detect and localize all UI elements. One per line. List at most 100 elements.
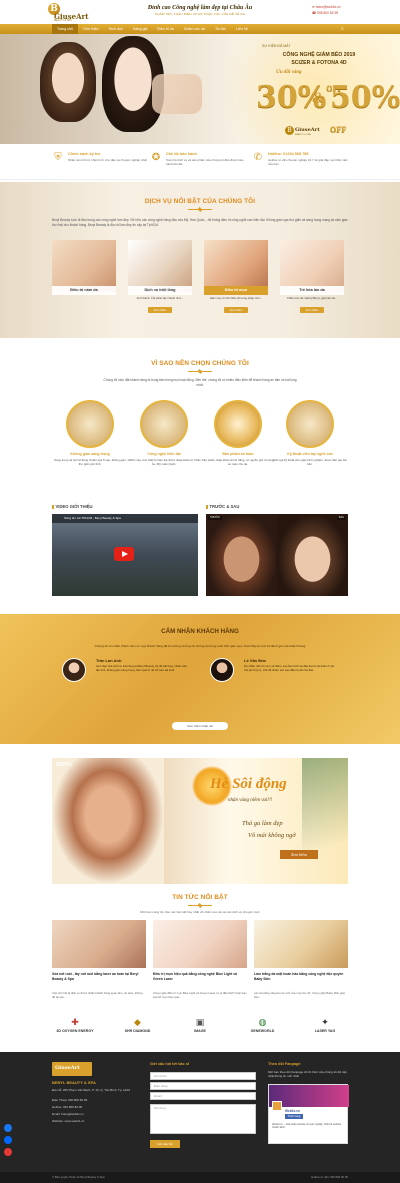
partner-logos: ✚ 3D OXYGEN ENERGY ◆ SHR DIAMOND ▣ IMAGE ◍ G… xyxy=(52,1010,348,1048)
nav-item-home[interactable]: Trang chủ xyxy=(52,24,79,34)
news-image[interactable] xyxy=(254,920,348,968)
logo-sub: BEAUTY & SPA xyxy=(54,19,72,22)
service-card[interactable]: Điều trị nám da xyxy=(52,240,116,316)
news-item-title[interactable]: Xóa nốt ruồi - tây nốt ruồi bằng laser a… xyxy=(52,972,146,981)
news-image[interactable] xyxy=(52,920,146,968)
call-icon[interactable] xyxy=(4,1148,12,1156)
service-image xyxy=(204,240,268,292)
testimonial: Trần Lan Anh Làm đẹp vừa dịch vụ triệt l… xyxy=(56,654,190,704)
slogan-sub: CHĂM SÓC TOÀN DIỆN VÀ AN TOÀN CÁC VẤN ĐỀ… xyxy=(154,12,246,17)
promo-subline: nhận vàng niềm vui!!! xyxy=(228,798,273,803)
facebook-widget[interactable]: Web2s.vn Thích trang Web2s.vn – Giải phá… xyxy=(268,1084,349,1144)
facebook-page-name[interactable]: Web2s.vn xyxy=(285,1109,300,1113)
summer-promo-banner[interactable]: BERYL Hè Sôi động nhận vàng niềm vui!!! … xyxy=(52,758,348,884)
main-nav: Trang chủ Giới thiệu Hình ảnh Bảng giá Đ… xyxy=(0,24,400,34)
avatar xyxy=(210,658,234,682)
service-card[interactable]: Trẻ hóa làn da Chăm sóc da mặt tại Beryl… xyxy=(280,240,344,316)
shield-icon: ⛨ xyxy=(54,152,62,163)
service-more-button[interactable]: Xem thêm xyxy=(148,307,172,313)
why-image xyxy=(214,400,262,448)
image-icon: ▣ xyxy=(195,1017,205,1027)
news-item-title[interactable]: Điều trị mụn hiệu quả bằng công nghệ Blu… xyxy=(153,972,247,981)
why-image xyxy=(286,400,334,448)
services-title: DỊCH VỤ NỔI BẬT CỦA CHÚNG TÔI xyxy=(144,198,256,205)
service-desc: Hiện nay có rất nhiều phương pháp như... xyxy=(209,296,263,300)
title-divider xyxy=(188,371,212,372)
partner-logo[interactable]: ▣ IMAGE xyxy=(177,1015,223,1043)
partner-logo[interactable]: ✚ 3D OXYGEN ENERGY xyxy=(52,1015,98,1043)
header-phone[interactable]: ☎ 098 800 82 95 xyxy=(312,10,340,16)
service-more-button[interactable]: Xem thêm xyxy=(224,307,248,313)
slogan: Đỉnh cao Công nghệ làm đẹp tại Châu Âu C… xyxy=(110,4,290,16)
why-image xyxy=(66,400,114,448)
footer-logo[interactable]: GiuseArt xyxy=(52,1062,92,1076)
service-card[interactable]: Dịch vụ triệt lông Anh thánh, tỉ lệ phân… xyxy=(128,240,192,316)
hero-hand xyxy=(152,74,202,114)
promo-line-1: Thả ga làm đẹp xyxy=(242,820,283,827)
hero-ampersand: & xyxy=(312,90,325,107)
service-more-button[interactable]: Xem thêm xyxy=(300,307,324,313)
hero-event: SỰ KIỆN ĐÃ MẮT xyxy=(262,44,291,48)
footer-website: Website: www.web2s.vn xyxy=(52,1119,85,1123)
partner-logo[interactable]: ✦ LASER YAG xyxy=(302,1015,348,1043)
promo-line-2: Vô mái không ngờ xyxy=(248,832,296,839)
service-image xyxy=(280,240,344,292)
send-question-button[interactable]: Gửi câu hỏi xyxy=(150,1140,180,1148)
copyright-bar: © Bản quyền thuộc về Beryl Beauty & Spa … xyxy=(0,1172,400,1183)
news-image[interactable] xyxy=(153,920,247,968)
nav-item-about[interactable]: Giới thiệu xyxy=(78,24,104,34)
title-divider xyxy=(188,209,212,210)
messenger-icon[interactable] xyxy=(4,1124,12,1132)
partner-logo[interactable]: ◆ SHR DIAMOND xyxy=(115,1015,161,1043)
footer-company: BERYL BEAUTY & SPA xyxy=(52,1080,96,1085)
more-reviews-button[interactable]: Xem thêm nhận xét xyxy=(172,722,228,730)
title-divider xyxy=(188,905,212,906)
media-section: VIDEO GIỚI THIỆU TRƯỚC & SAU Sông tìm sô… xyxy=(0,504,400,612)
name-field[interactable]: Họ và tên xyxy=(150,1072,256,1080)
facebook-avatar xyxy=(272,1101,282,1111)
search-icon[interactable]: ⌕ xyxy=(341,26,348,32)
partner-logo[interactable]: ◍ GENEWORLD xyxy=(240,1015,286,1043)
why-section: VÌ SAO NÊN CHỌN CHÚNG TÔI Chúng tôi luôn… xyxy=(0,338,400,504)
medal-icon: ✪ xyxy=(151,152,161,163)
promo-headline: Hè Sôi động xyxy=(210,776,287,792)
page: B GiuseArt BEAUTY & SPA Đỉnh cao Công ng… xyxy=(0,0,400,1183)
promo-brand: BERYL xyxy=(56,762,73,768)
laser-icon: ✦ xyxy=(321,1017,329,1027)
services-section: DỊCH VỤ NỔI BẬT CỦA CHÚNG TÔI Beryl Beau… xyxy=(0,182,400,338)
plus-icon: ✚ xyxy=(71,1017,79,1027)
nav-item-news[interactable]: Tin tức xyxy=(210,24,231,34)
email-field[interactable]: Email xyxy=(150,1092,256,1100)
nav-item-contact[interactable]: Liên hệ xyxy=(231,24,253,34)
globe-icon: ◍ xyxy=(258,1017,267,1027)
nav-item-skincare[interactable]: Chăm sóc da xyxy=(179,24,210,34)
hero-title-1: CÔNG NGHỆ GIẢM BÉO 2019 xyxy=(282,52,356,58)
hero-offer: Ưu đãi vàng xyxy=(276,70,302,75)
news-section: TIN TỨC NỔI BẬT Mời bạn cùng tìm đọc các… xyxy=(0,884,400,1000)
nav-item-pricing[interactable]: Bảng giá xyxy=(128,24,152,34)
slogan-main: Đỉnh cao Công nghệ làm đẹp tại Châu Âu xyxy=(147,5,253,11)
nav-item-treatment[interactable]: Điều trị da xyxy=(152,24,178,34)
facebook-like-button[interactable]: Thích trang xyxy=(285,1114,303,1119)
news-item-title[interactable]: Làm trắng da mặt hoàn hảo bằng công nghệ… xyxy=(254,972,348,981)
testimonials-intro: Chúng tôi xin chân thành cảm ơn quý khác… xyxy=(94,644,306,648)
service-card[interactable]: Điều trị mụn Hiện nay có rất nhiều phươn… xyxy=(204,240,268,316)
intro-video[interactable]: Sông tìm sôi TPHCM - Beryl Beauty & Spa xyxy=(52,514,198,596)
video-title: Sông tìm sôi TPHCM - Beryl Beauty & Spa xyxy=(52,514,198,523)
zalo-icon[interactable] xyxy=(4,1136,12,1144)
service-label: Dịch vụ triệt lông xyxy=(128,286,192,295)
fanpage-desc: Mời bạn theo dõi Fanpage chính thức của … xyxy=(268,1070,347,1078)
fanpage-title: Theo dõi Fanpage xyxy=(268,1062,301,1066)
footer-address: Địa chỉ: 295 Phạm Văn Bạch, P. 15, Q. Tâ… xyxy=(52,1088,131,1092)
testimonial: Lê Văn Đức Da nhiều năm bị mụn và thâm, … xyxy=(204,654,338,704)
nav-item-gallery[interactable]: Hình ảnh xyxy=(104,24,129,34)
phone-field[interactable]: Điện thoại xyxy=(150,1082,256,1090)
facebook-post: Web2s.vn – Giải pháp website chuyên nghi… xyxy=(272,1123,342,1130)
services-intro: Beryl Beauty luôn đi đầu trong các công … xyxy=(52,218,348,227)
message-field[interactable]: Nội dung xyxy=(150,1104,256,1134)
news-title: TIN TỨC NỔI BẬT xyxy=(172,894,228,901)
logo[interactable]: B GiuseArt BEAUTY & SPA xyxy=(48,3,88,22)
footer-email: Email: hotro@web2s.vn xyxy=(52,1112,84,1116)
play-icon[interactable] xyxy=(114,547,134,561)
hero-banner[interactable]: SỰ KIỆN ĐÃ MẮT CÔNG NGHỆ GIẢM BÉO 2019 S… xyxy=(0,34,400,144)
